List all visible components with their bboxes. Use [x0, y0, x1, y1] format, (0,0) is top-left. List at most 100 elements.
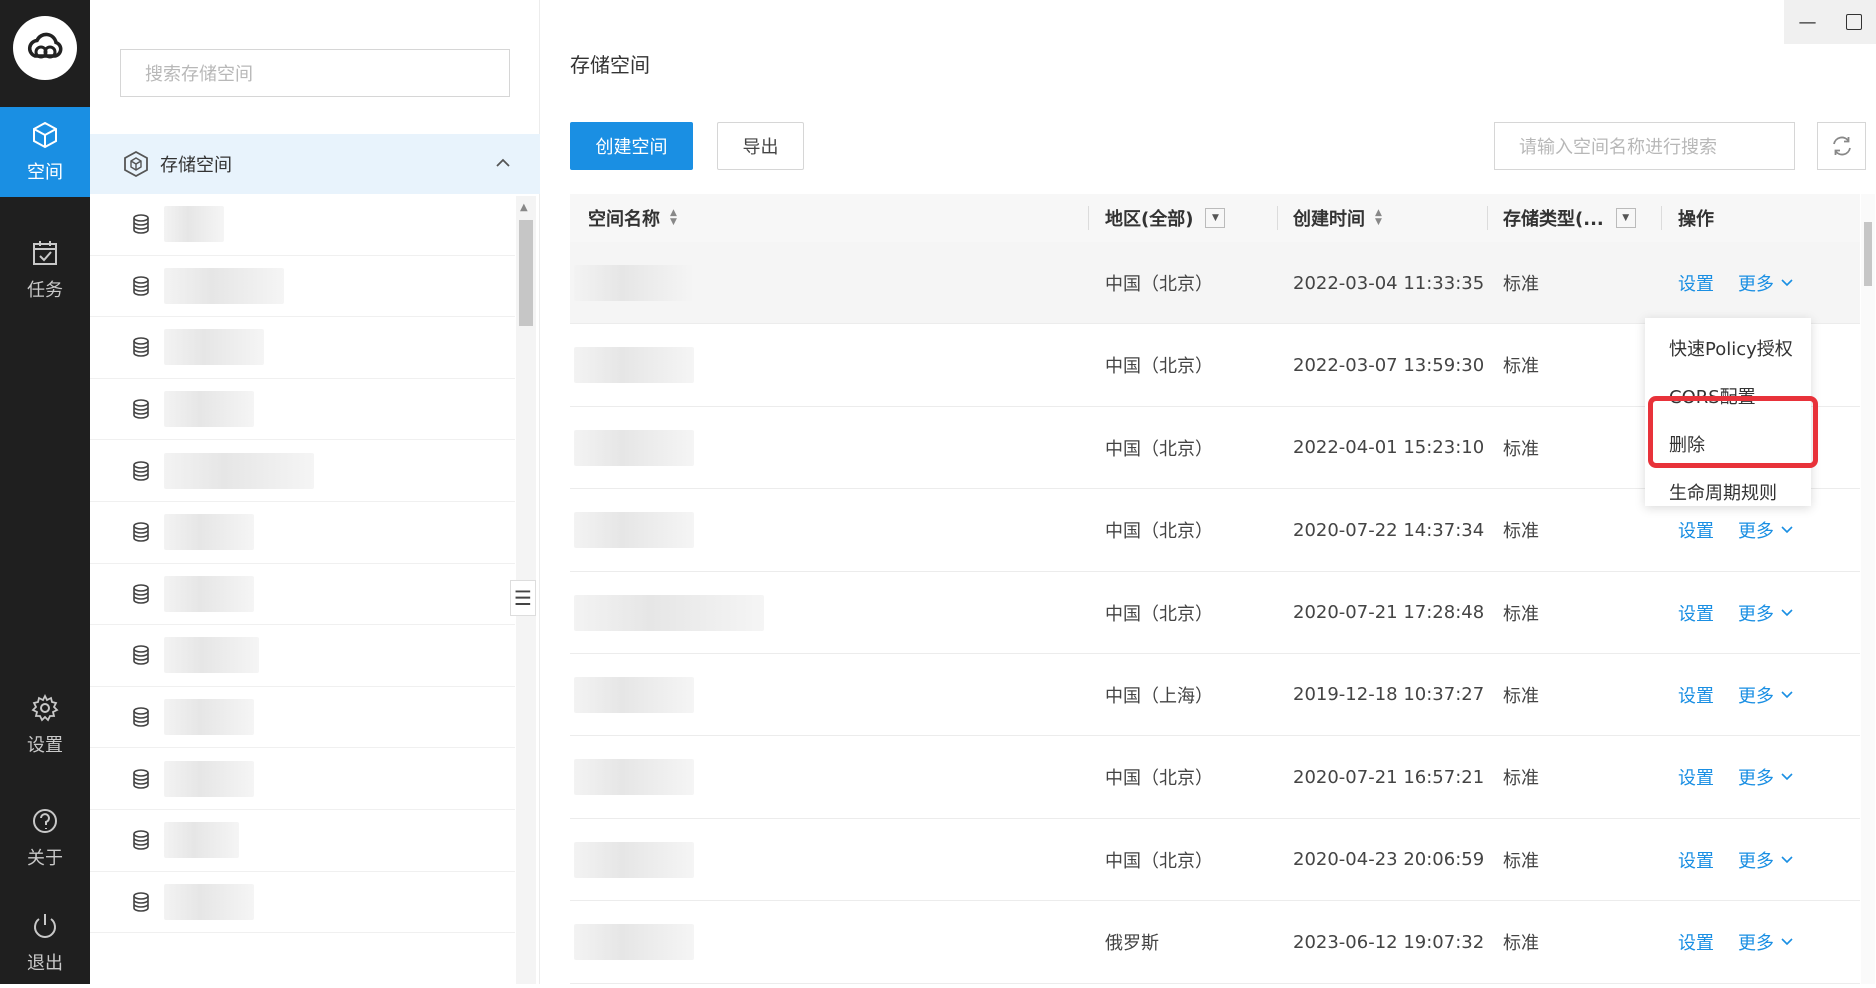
tree-item[interactable] — [90, 810, 515, 872]
cell-created: 2020-07-21 16:57:21 — [1293, 766, 1485, 788]
redacted-name — [164, 329, 264, 366]
nav-item-exit[interactable]: 退出 — [0, 898, 90, 988]
filter-icon[interactable]: ▼ — [1205, 208, 1226, 228]
database-icon — [133, 768, 149, 789]
col-header-region[interactable]: 地区(全部) ▼ — [1105, 194, 1226, 242]
redacted-name — [164, 514, 254, 551]
cell-created: 2023-06-12 19:07:32 — [1293, 931, 1485, 953]
table-row[interactable]: 中国（北京） 2020-07-21 17:28:48 标准 设置 更多 — [570, 572, 1860, 654]
settings-link[interactable]: 设置 — [1678, 929, 1714, 955]
chevron-down-icon — [1781, 526, 1793, 534]
settings-link[interactable]: 设置 — [1678, 682, 1714, 708]
chevron-down-icon — [1781, 938, 1793, 946]
tree-item[interactable] — [90, 872, 515, 934]
tree-item[interactable] — [90, 564, 515, 626]
tree-item[interactable] — [90, 687, 515, 749]
col-header-name[interactable]: 空间名称 ▲ ▼ — [588, 194, 677, 242]
cell-region: 中国（北京） — [1105, 274, 1213, 295]
table-row[interactable]: 俄罗斯 2023-06-12 19:07:32 标准 设置 更多 — [570, 901, 1860, 984]
redacted-name — [164, 391, 254, 428]
settings-link[interactable]: 设置 — [1678, 517, 1714, 543]
chevron-up-icon[interactable] — [494, 154, 512, 172]
more-dropdown-toggle[interactable]: 更多 — [1738, 682, 1794, 708]
settings-link[interactable]: 设置 — [1678, 270, 1714, 296]
more-dropdown-toggle[interactable]: 更多 — [1738, 929, 1794, 955]
redacted-name — [574, 924, 694, 961]
cell-type: 标准 — [1503, 850, 1539, 872]
tree-list — [90, 194, 515, 934]
table-scrollbar[interactable] — [1861, 194, 1875, 984]
sort-icon[interactable]: ▲ ▼ — [1375, 209, 1382, 227]
cell-region: 中国（北京） — [1105, 521, 1213, 543]
more-dropdown-toggle[interactable]: 更多 — [1738, 600, 1794, 626]
col-header-type[interactable]: 存储类型(... ▼ — [1503, 194, 1636, 242]
table-scroll-thumb[interactable] — [1864, 222, 1872, 286]
tree-scroll-thumb[interactable] — [519, 220, 533, 326]
table-row[interactable]: 中国（上海） 2019-12-18 10:37:27 标准 设置 更多 — [570, 654, 1860, 737]
col-header-label: 空间名称 — [588, 209, 660, 230]
nav-item-settings[interactable]: 设置 — [0, 680, 90, 770]
database-icon — [133, 522, 149, 543]
chevron-down-icon — [1781, 691, 1793, 699]
table-row[interactable]: 中国（北京） 2022-03-04 11:33:35 标准 设置 更多 — [570, 242, 1860, 325]
filter-icon[interactable]: ▼ — [1615, 208, 1636, 228]
calendar-check-icon — [33, 241, 57, 265]
cell-type: 标准 — [1503, 768, 1539, 790]
sort-icon[interactable]: ▲ ▼ — [670, 209, 677, 227]
nav-item-about[interactable]: 关于 — [0, 793, 90, 883]
more-dropdown-toggle[interactable]: 更多 — [1738, 847, 1794, 873]
col-separator — [1088, 206, 1089, 230]
nav-item-tasks[interactable]: 任务 — [0, 225, 90, 315]
tree-item[interactable] — [90, 317, 515, 379]
nav-item-spaces[interactable]: 空间 — [0, 107, 90, 197]
cell-created: 2022-04-01 15:23:10 — [1293, 437, 1485, 459]
redacted-name — [574, 759, 694, 796]
more-label: 更多 — [1738, 521, 1774, 543]
cell-name — [570, 736, 694, 818]
menu-item-lifecycle[interactable]: 生命周期规则 — [1645, 468, 1811, 516]
minimize-icon[interactable]: — — [1799, 12, 1817, 33]
col-header-created[interactable]: 创建时间 ▲ ▼ — [1293, 194, 1382, 242]
table-row[interactable]: 中国（北京） 2020-04-23 20:06:59 标准 设置 更多 — [570, 819, 1860, 902]
chevron-down-icon — [1781, 279, 1793, 287]
more-dropdown-toggle[interactable]: 更多 — [1738, 517, 1794, 543]
tree-item[interactable] — [90, 379, 515, 441]
database-icon — [133, 892, 149, 912]
question-icon — [33, 809, 57, 833]
redacted-name — [164, 822, 239, 859]
cell-name — [570, 489, 694, 571]
spaces-table: 空间名称 ▲▼ 地区(全部) ▼ 创建时间 ▲▼ 存储类型(... ▼ 操作 — [570, 194, 1860, 984]
menu-item-policy[interactable]: 快速Policy授权 — [1645, 324, 1811, 372]
tree-item[interactable] — [90, 625, 515, 687]
delete-highlight-box — [1648, 396, 1818, 468]
collapse-panel-icon[interactable]: ☰ — [510, 580, 536, 616]
settings-link[interactable]: 设置 — [1678, 600, 1714, 626]
cell-region: 中国（北京） — [1105, 356, 1213, 378]
table-row[interactable]: 中国（北京） 2020-07-21 16:57:21 标准 设置 更多 — [570, 736, 1860, 819]
maximize-icon[interactable] — [1845, 14, 1862, 30]
tree-item[interactable] — [90, 256, 515, 318]
database-icon — [133, 276, 149, 296]
cube-icon — [33, 121, 57, 149]
tree-search-input[interactable]: 搜索存储空间 — [120, 49, 510, 97]
settings-link[interactable]: 设置 — [1678, 764, 1714, 790]
refresh-button[interactable] — [1817, 122, 1866, 170]
more-label: 更多 — [1738, 274, 1774, 295]
tree-item[interactable] — [90, 194, 515, 256]
tree-item[interactable] — [90, 502, 515, 564]
more-dropdown-toggle[interactable]: 更多 — [1738, 764, 1794, 790]
refresh-icon — [1832, 136, 1851, 156]
tree-item[interactable] — [90, 440, 515, 502]
settings-link[interactable]: 设置 — [1678, 847, 1714, 873]
database-icon — [133, 399, 149, 419]
space-search-input[interactable]: 请输入空间名称进行搜索 — [1494, 122, 1795, 170]
cell-type: 标准 — [1503, 356, 1539, 378]
tree-item[interactable] — [90, 748, 515, 810]
create-space-button[interactable]: 创建空间 — [570, 122, 693, 170]
export-button[interactable]: 导出 — [717, 122, 804, 170]
tree-header[interactable]: 存储空间 — [90, 134, 540, 194]
redacted-name — [164, 575, 254, 612]
nav-label: 退出 — [27, 953, 63, 974]
scroll-up-arrow-icon[interactable]: ▲ — [520, 202, 528, 213]
more-dropdown-toggle[interactable]: 更多 — [1738, 270, 1794, 296]
